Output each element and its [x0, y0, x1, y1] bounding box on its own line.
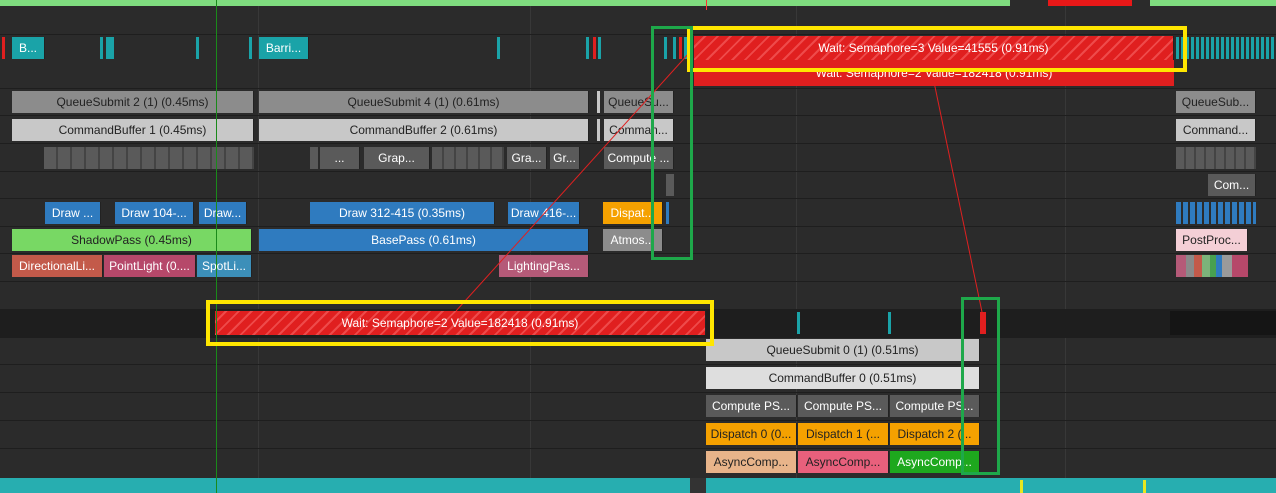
row-separator	[0, 337, 1276, 338]
draw-block[interactable]: Draw 416-...	[508, 202, 580, 224]
event-group-cluster[interactable]	[44, 147, 254, 169]
post-process-block[interactable]: PostProc...	[1176, 229, 1248, 251]
queue-submit-block[interactable]: QueueSubmit 4 (1) (0.61ms)	[259, 91, 589, 113]
row-separator	[0, 253, 1276, 254]
event-group-cluster[interactable]	[1176, 147, 1256, 169]
timeline-scrubber[interactable]	[0, 478, 1276, 493]
barrier-marker[interactable]	[2, 37, 5, 59]
event-group-block[interactable]: ...	[320, 147, 360, 169]
async-compute-pass-block[interactable]: AsyncComp...	[890, 451, 980, 473]
queue-submit-block[interactable]: QueueSubmit 2 (1) (0.45ms)	[12, 91, 254, 113]
async-compute-block[interactable]: Compute PS...	[890, 395, 980, 417]
frame-gap	[1132, 0, 1150, 6]
row-separator	[0, 88, 1276, 89]
async-dispatch-block[interactable]: Dispatch 0 (0...	[706, 423, 797, 445]
event-group-block[interactable]: Com...	[1208, 174, 1256, 196]
event-group-block[interactable]: Gra...	[507, 147, 547, 169]
barrier-marker[interactable]	[586, 37, 589, 59]
row-separator	[0, 281, 1276, 282]
barrier-marker[interactable]	[593, 37, 596, 59]
base-pass-block[interactable]: BasePass (0.61ms)	[259, 229, 589, 251]
async-compute-block[interactable]: Compute PS...	[798, 395, 889, 417]
row-separator	[0, 364, 1276, 365]
async-dispatch-block[interactable]: Dispatch 1 (...	[798, 423, 889, 445]
semaphore-wait-block-lower[interactable]: Wait: Semaphore=2 Value=182418 (0.91ms)	[694, 60, 1174, 86]
draw-cluster[interactable]	[1176, 202, 1256, 224]
barrier-marker[interactable]	[100, 37, 103, 59]
row-separator	[0, 448, 1276, 449]
async-queue-idle	[1170, 311, 1276, 335]
row-separator	[0, 171, 1276, 172]
draw-block[interactable]: Draw ...	[45, 202, 101, 224]
row-separator	[0, 198, 1276, 199]
barrier-marker[interactable]	[249, 37, 252, 59]
async-barrier-marker[interactable]	[980, 312, 986, 334]
event-group-marker[interactable]	[310, 147, 318, 169]
command-buffer-block[interactable]: Command...	[1176, 119, 1256, 141]
timeline-marker	[1020, 480, 1023, 493]
frame-wait-marker	[1048, 0, 1132, 6]
barrier-marker[interactable]	[598, 37, 601, 59]
async-barrier-marker[interactable]	[888, 312, 891, 334]
atmosphere-pass-block[interactable]: Atmos...	[603, 229, 663, 251]
barrier-marker[interactable]	[196, 37, 199, 59]
async-compute-pass-block[interactable]: AsyncComp...	[706, 451, 797, 473]
async-compute-block[interactable]: Compute PS...	[706, 395, 797, 417]
spot-light-block[interactable]: SpotLi...	[197, 255, 252, 277]
sub-pass-cluster[interactable]	[1176, 255, 1248, 277]
row-separator	[0, 392, 1276, 393]
event-group-cluster[interactable]	[432, 147, 504, 169]
draw-marker[interactable]	[666, 202, 669, 224]
command-buffer-marker[interactable]	[597, 119, 600, 141]
barrier-cluster[interactable]	[1176, 37, 1276, 59]
barrier-marker[interactable]	[497, 37, 500, 59]
barrier-marker[interactable]	[673, 37, 676, 59]
command-buffer-block[interactable]: CommandBuffer 2 (0.61ms)	[259, 119, 589, 141]
event-group-block[interactable]: Compute ...	[604, 147, 674, 169]
async-semaphore-wait-block[interactable]: Wait: Semaphore=2 Value=182418 (0.91ms)	[215, 311, 706, 335]
queue-submit-block[interactable]: QueueSub...	[1176, 91, 1256, 113]
draw-block[interactable]: Draw...	[199, 202, 247, 224]
async-barrier-marker[interactable]	[797, 312, 800, 334]
event-group-block[interactable]: Grap...	[364, 147, 430, 169]
command-buffer-block[interactable]: CommandBuffer 1 (0.45ms)	[12, 119, 254, 141]
barrier-marker[interactable]	[106, 37, 114, 59]
event-group-block[interactable]: Gr...	[550, 147, 580, 169]
draw-block[interactable]: Draw 104-...	[115, 202, 194, 224]
barrier-marker[interactable]	[684, 37, 687, 59]
barrier-marker[interactable]	[679, 37, 682, 59]
queue-submit-marker[interactable]	[597, 91, 600, 113]
barrier-block[interactable]: B...	[12, 37, 45, 59]
event-group-marker[interactable]	[666, 174, 674, 196]
barrier-marker[interactable]	[664, 37, 667, 59]
gpu-timeline-view[interactable]: B... Barri... Wait: Semaphore=3 Value=41…	[0, 0, 1276, 493]
row-separator	[0, 420, 1276, 421]
dependency-line	[933, 81, 983, 313]
async-dispatch-block[interactable]: Dispatch 2 (...	[890, 423, 980, 445]
row-separator	[0, 115, 1276, 116]
dispatch-block[interactable]: Dispat...	[603, 202, 663, 224]
async-command-buffer-block[interactable]: CommandBuffer 0 (0.51ms)	[706, 367, 980, 389]
semaphore-wait-block[interactable]: Wait: Semaphore=3 Value=41555 (0.91ms)	[694, 36, 1174, 60]
directional-light-block[interactable]: DirectionalLi...	[12, 255, 103, 277]
frame-boundary-marker	[706, 0, 707, 10]
row-separator	[0, 34, 1276, 35]
point-light-block[interactable]: PointLight (0....	[104, 255, 196, 277]
lighting-pass-block[interactable]: LightingPas...	[499, 255, 589, 277]
async-queue-submit-block[interactable]: QueueSubmit 0 (1) (0.51ms)	[706, 339, 980, 361]
row-separator	[0, 226, 1276, 227]
timeline-gap	[690, 478, 706, 493]
time-cursor[interactable]	[216, 0, 217, 493]
draw-block[interactable]: Draw 312-415 (0.35ms)	[310, 202, 495, 224]
command-buffer-block[interactable]: Comman...	[604, 119, 674, 141]
row-separator	[0, 143, 1276, 144]
timeline-marker	[1143, 480, 1146, 493]
async-compute-pass-block[interactable]: AsyncComp...	[798, 451, 889, 473]
frame-gap	[1010, 0, 1048, 6]
queue-submit-block[interactable]: QueueSu...	[604, 91, 674, 113]
barrier-block[interactable]: Barri...	[259, 37, 309, 59]
